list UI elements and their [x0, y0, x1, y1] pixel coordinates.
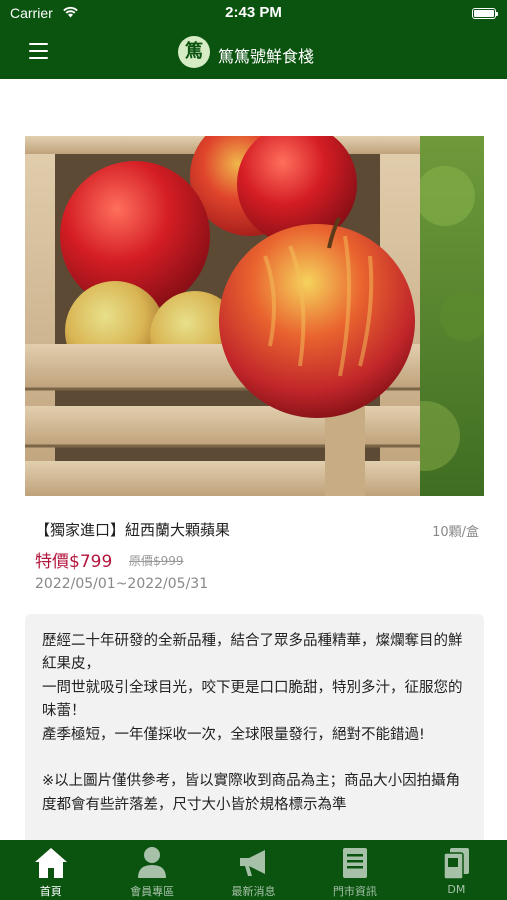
home-icon	[34, 848, 67, 878]
tab-dm[interactable]: DM	[406, 840, 507, 900]
tab-home[interactable]: 首頁	[0, 840, 101, 900]
promotion-date-range: 2022/05/01~2022/05/31	[35, 576, 209, 592]
tab-news[interactable]: 最新消息	[203, 840, 304, 900]
product-image-apples	[25, 136, 484, 496]
status-bar: Carrier 2:43 PM	[0, 0, 507, 26]
sale-price: 特價$799	[35, 552, 113, 572]
menu-icon[interactable]	[29, 43, 49, 61]
tab-label-dm: DM	[447, 883, 466, 896]
main-content[interactable]: 【獨家進口】紐西蘭大顆蘋果 10顆/盒 特價$799 原價$999 2022/0…	[0, 79, 507, 840]
member-icon	[138, 847, 167, 878]
tab-label-home: 首頁	[39, 885, 62, 898]
battery-icon	[472, 8, 498, 19]
original-price: 原價$999	[129, 554, 184, 568]
product-description: 歷經二十年研發的全新品種，結合了眾多品種精華，燦爛奪目的鮮紅果皮， 一問世就吸引…	[42, 633, 463, 813]
megaphone-icon	[239, 850, 265, 876]
description-box: 歷經二十年研發的全新品種，結合了眾多品種精華，燦爛奪目的鮮紅果皮， 一問世就吸引…	[25, 614, 484, 840]
clock: 2:43 PM	[225, 4, 282, 21]
tab-label-member: 會員專區	[130, 885, 175, 898]
tab-bar: 首頁 會員專區 最新消息 門市資訊 DM	[0, 840, 507, 900]
nav-bar: 篤 篤篤號鮮食棧	[0, 26, 507, 79]
dm-icon	[443, 848, 470, 880]
tab-member[interactable]: 會員專區	[101, 840, 202, 900]
brand-logo: 篤	[178, 36, 210, 68]
product-unit: 10顆/盒	[432, 525, 479, 540]
tab-label-store-info: 門市資訊	[332, 885, 377, 898]
tab-store-info[interactable]: 門市資訊	[304, 840, 405, 900]
tab-label-news: 最新消息	[231, 885, 276, 898]
brand-title: 篤篤號鮮食棧	[218, 47, 315, 66]
product-title: 【獨家進口】紐西蘭大顆蘋果	[35, 521, 231, 539]
store-info-icon	[342, 848, 367, 878]
